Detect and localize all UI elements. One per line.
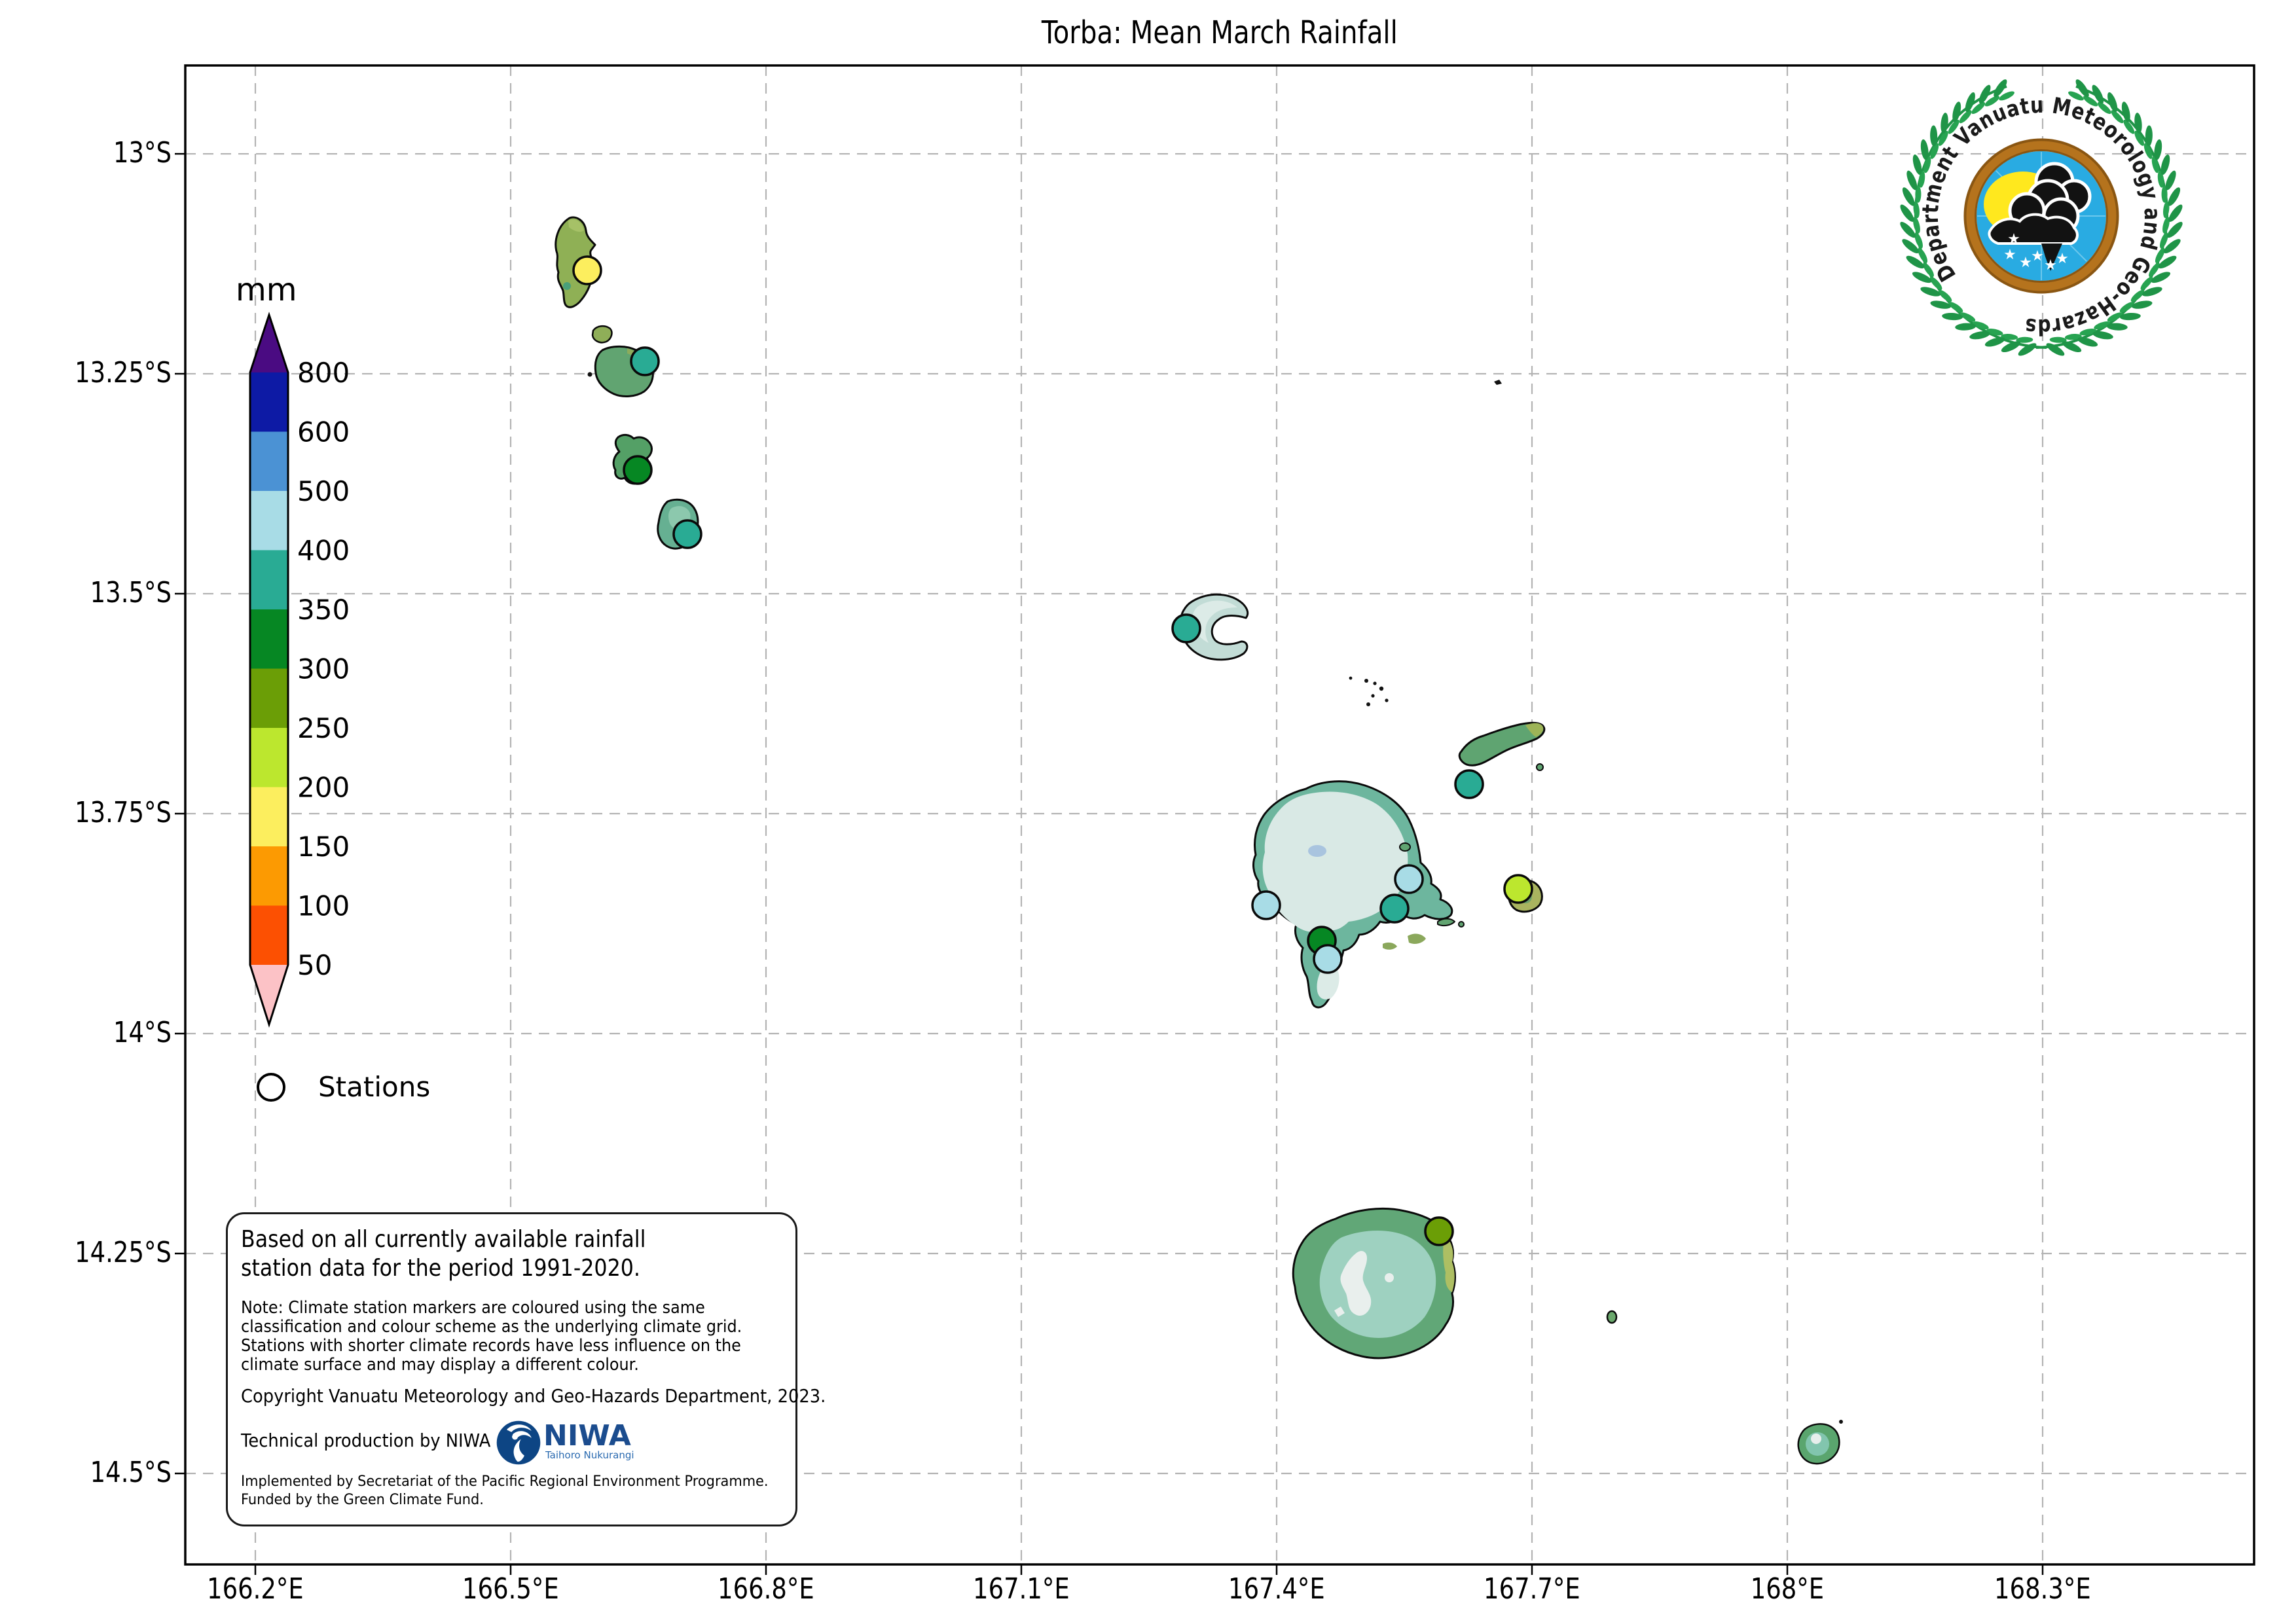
island-merelava <box>1797 1420 1843 1465</box>
island-metoma <box>591 325 613 344</box>
svg-text:300: 300 <box>297 653 350 685</box>
niwa-logo-icon <box>496 1420 541 1465</box>
svg-text:500: 500 <box>297 475 350 507</box>
x-tick-label: 168.3°E <box>1994 1572 2091 1606</box>
y-tick-label: 14°S <box>113 1016 172 1049</box>
svg-text:★: ★ <box>2007 231 2020 247</box>
svg-text:★: ★ <box>2056 251 2069 267</box>
x-tick-label: 167.7°E <box>1484 1572 1580 1606</box>
x-tick-label: 167.4°E <box>1228 1572 1325 1606</box>
info-box-note: Note: Climate station markers are colour… <box>241 1298 742 1375</box>
y-tick-label: 13.25°S <box>75 356 172 389</box>
svg-text:200: 200 <box>297 772 350 804</box>
station-markers-layer <box>572 255 1533 1246</box>
station-marker <box>1424 1216 1454 1246</box>
svg-text:250: 250 <box>297 712 350 744</box>
x-tick-label: 166.8°E <box>718 1572 814 1606</box>
svg-text:50: 50 <box>297 949 332 981</box>
x-tick-label: 167.1°E <box>973 1572 1070 1606</box>
info-box-heading: Based on all currently available rainfal… <box>241 1226 646 1282</box>
y-tick-label: 13°S <box>113 136 172 170</box>
svg-text:★: ★ <box>2031 248 2044 264</box>
svg-text:400: 400 <box>297 535 350 567</box>
y-tick-label: 14.25°S <box>75 1236 172 1269</box>
island-vanua-lava <box>1252 780 1465 1009</box>
x-tick-label: 168°E <box>1750 1572 1825 1606</box>
station-marker <box>572 255 602 285</box>
rainfall-map-page: { "title": "Torba: Mean March Rainfall",… <box>0 0 2296 1624</box>
page-title: Torba: Mean March Rainfall <box>1041 14 1398 51</box>
y-tick-label: 13.5°S <box>90 576 172 609</box>
station-marker <box>1379 893 1410 924</box>
vmgd-logo: ★ ★ ★★ ★★ Department Vanuatu Meteorology … <box>1900 79 2183 356</box>
y-tick-label: 14.5°S <box>90 1456 172 1489</box>
x-tick-label: 166.2°E <box>207 1572 304 1606</box>
colorbar-unit-label: mm <box>236 272 297 308</box>
svg-text:★: ★ <box>2019 255 2032 271</box>
rainfall-colorbar: 800 600 500 400 350 300 250 200 150 100 50 <box>249 312 350 1028</box>
info-box-production: Technical production by NIWA <box>241 1430 491 1451</box>
niwa-name: NIWA <box>543 1419 631 1453</box>
svg-text:100: 100 <box>297 890 350 922</box>
station-marker <box>630 346 660 376</box>
island-merig <box>1606 1310 1618 1324</box>
svg-text:600: 600 <box>297 416 350 448</box>
station-marker <box>1313 944 1343 974</box>
y-tick-label: 13.75°S <box>75 796 172 829</box>
station-marker <box>1171 613 1201 643</box>
station-marker <box>1503 874 1533 904</box>
x-tick-label: 166.5°E <box>462 1572 559 1606</box>
islet-vet-tagde <box>1494 380 1502 385</box>
station-marker <box>623 455 653 485</box>
info-box-funding: Implemented by Secretariat of the Pacifi… <box>241 1473 769 1508</box>
station-marker <box>1251 890 1281 920</box>
svg-text:★: ★ <box>2044 257 2057 274</box>
niwa-tagline: Taihoro Nukurangi <box>545 1449 634 1461</box>
svg-text:350: 350 <box>297 594 350 626</box>
svg-text:150: 150 <box>297 831 350 863</box>
stations-legend-marker-icon <box>257 1073 285 1102</box>
info-box-copyright: Copyright Vanuatu Meteorology and Geo-Ha… <box>241 1385 826 1407</box>
islets-rowa <box>1349 676 1389 706</box>
station-marker <box>1454 769 1484 799</box>
svg-text:★: ★ <box>2003 247 2016 263</box>
station-marker <box>672 519 702 549</box>
stations-legend-label: Stations <box>318 1071 431 1103</box>
station-marker <box>1394 864 1424 894</box>
svg-text:800: 800 <box>297 357 350 389</box>
